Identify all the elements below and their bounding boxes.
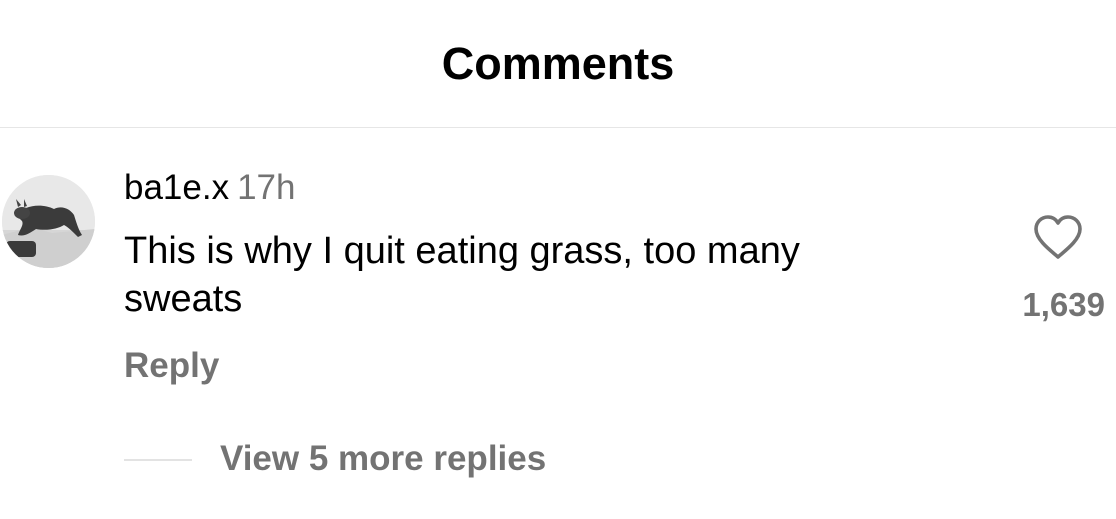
view-more-replies-label: View 5 more replies <box>220 439 547 478</box>
like-count: 1,639 <box>1022 286 1105 323</box>
comment-meta: ba1e.x 17h <box>124 167 296 209</box>
heart-outline-icon <box>1034 215 1082 259</box>
page-title: Comments <box>441 38 675 89</box>
comment-username[interactable]: ba1e.x <box>124 168 229 207</box>
comment-timestamp: 17h <box>237 168 296 207</box>
comments-header: Comments <box>0 0 1116 128</box>
avatar[interactable] <box>2 175 95 268</box>
replies-divider-line <box>124 459 192 461</box>
like-button[interactable] <box>1032 213 1084 261</box>
reply-button[interactable]: Reply <box>124 345 219 387</box>
avatar-image <box>2 175 95 268</box>
comment-item: ba1e.x 17h This is why I quit eating gras… <box>0 129 1116 519</box>
comment-text: This is why I quit eating grass, too man… <box>124 230 800 320</box>
